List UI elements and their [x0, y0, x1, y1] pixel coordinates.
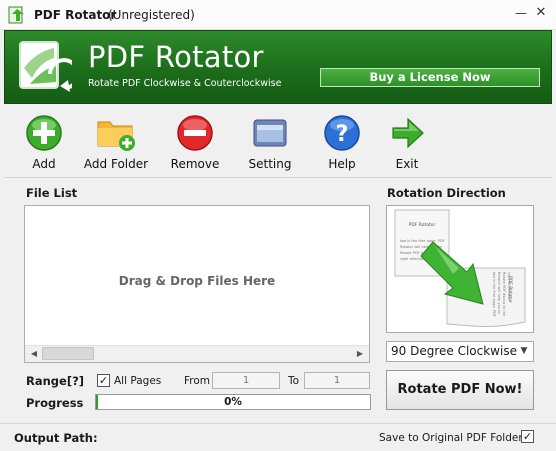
preview-page-title: PDF Rotator [409, 222, 436, 228]
to-label: To [288, 375, 300, 387]
file-list-label: File List [26, 186, 78, 200]
rotated-page-line-4: right directions. [507, 272, 511, 300]
close-button[interactable]: ✕ [533, 4, 549, 22]
chevron-down-icon[interactable]: ▼ [518, 345, 530, 357]
all-pages-label: All Pages [114, 375, 162, 387]
range-label[interactable]: Range[?] [26, 374, 84, 388]
remove-button[interactable]: Remove [155, 114, 235, 174]
setting-label: Setting [248, 157, 292, 171]
remove-label: Remove [170, 157, 220, 171]
from-page-field[interactable]: 1 [212, 372, 280, 389]
rotation-preview-illustration: PDF Rotator Iwe is the first page. PDF R… [394, 209, 526, 327]
from-label: From [184, 375, 211, 387]
header-banner [4, 30, 552, 104]
pdf-rotator-logo-icon [19, 41, 72, 92]
rotate-pdf-button[interactable]: Rotate PDF Now! [386, 370, 534, 410]
scroll-left-icon[interactable]: ◀ [26, 346, 42, 361]
add-label: Add [32, 157, 56, 171]
buy-license-button[interactable]: Buy a License Now [320, 68, 540, 87]
progress-label: Progress [26, 396, 84, 410]
rotated-page-line-3: Rotate PDF dwcus to the [502, 272, 506, 317]
exit-label: Exit [395, 157, 419, 171]
add-button[interactable]: Add [4, 114, 84, 174]
output-path-label: Output Path: [14, 431, 98, 445]
scroll-right-icon[interactable]: ▶ [352, 346, 368, 361]
progress-percent: 0% [224, 396, 242, 408]
rotated-page-line-1: Iwe is the first page. PDF [492, 272, 496, 317]
rotation-direction-select[interactable]: 90 Degree Clockwise [386, 341, 534, 362]
all-pages-checkbox[interactable]: ✓ [97, 374, 110, 387]
exit-arrow-icon [392, 117, 424, 149]
save-original-checkbox[interactable]: ✓ [521, 430, 534, 443]
preview-page-line-1: Iwe is the first page. PDF [400, 239, 445, 243]
drop-hint: Drag & Drop Files Here [118, 274, 276, 288]
rotation-direction-label: Rotation Direction [387, 186, 506, 200]
minimize-button[interactable]: — [513, 4, 529, 22]
rotated-page-line-2: Rotator will help you to [497, 272, 501, 314]
toolbar-divider [4, 177, 552, 178]
add-folder-icon [97, 121, 135, 151]
add-folder-button[interactable]: Add Folder [76, 114, 156, 174]
banner-subtitle: Rotate PDF Clockwise & Couterclockwise [88, 78, 282, 89]
add-icon [26, 115, 62, 151]
app-icon [8, 6, 24, 24]
exit-button[interactable]: Exit [367, 114, 447, 174]
svg-text:?: ? [336, 122, 349, 147]
banner-title: PDF Rotator [88, 40, 264, 74]
settings-window-icon [253, 119, 287, 147]
to-page-field[interactable]: 1 [304, 372, 370, 389]
save-original-label: Save to Original PDF Folder [379, 432, 523, 444]
add-folder-label: Add Folder [83, 157, 149, 171]
help-icon: ? [324, 115, 360, 151]
window-title: PDF Rotator [34, 8, 117, 22]
setting-button[interactable]: Setting [230, 114, 310, 174]
scrollbar-thumb[interactable] [42, 347, 94, 360]
remove-icon [177, 115, 213, 151]
registration-status: (Unregistered) [108, 8, 195, 22]
